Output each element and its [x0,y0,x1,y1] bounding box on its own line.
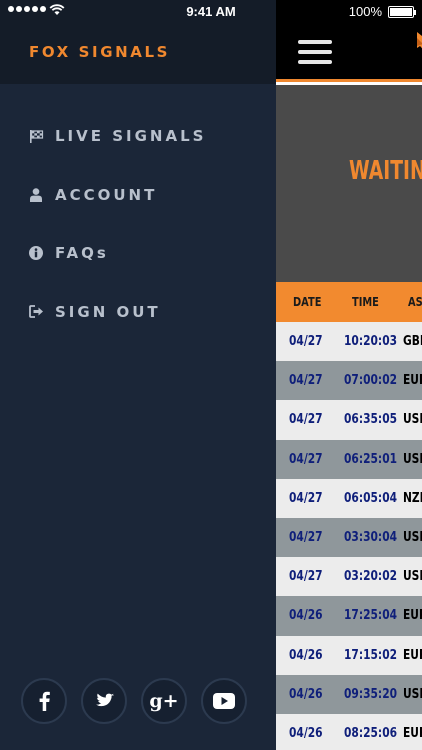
table-row[interactable]: 04/26 17:25:04 EURUSD [276,596,422,636]
cell-time: 03:30:04 [344,529,398,545]
cell-asset: EURUSD [403,725,422,741]
sidebar-drawer: FOX SIGNALS LIVE SIGNALS ACCOUNT FAQs SI… [0,0,276,750]
cell-date: 04/26 [289,725,323,741]
table-row[interactable]: 04/27 07:00:02 EURJPY [276,361,422,401]
cell-time: 08:25:06 [344,725,398,741]
table-row[interactable]: 04/26 08:25:06 EURUSD [276,713,422,750]
cell-time: 09:35:20 [344,686,398,702]
youtube-button[interactable] [201,678,247,724]
cell-asset: USDCHF [403,529,422,545]
cell-time: 07:00:02 [344,373,398,389]
sidebar-item-label: FAQs [55,244,109,263]
app-brand: FOX SIGNALS [29,43,171,61]
column-header-asset: ASSET [408,295,422,309]
cell-asset: USDJPY [403,569,422,585]
cell-date: 04/27 [289,569,323,585]
signals-table-body: 04/2710:20:03GBPAUD04/2707:00:02EURJPY04… [276,322,422,750]
sign-out-icon [28,304,44,320]
google-plus-icon: g+ [149,690,179,712]
sidebar-item-sign-out[interactable]: SIGN OUT [0,283,276,342]
hamburger-menu-button[interactable] [298,40,332,64]
cell-asset: EURUSD [403,608,422,624]
cell-time: 06:35:05 [344,412,398,428]
sidebar-item-label: ACCOUNT [55,185,158,204]
cell-asset: EURJPY [403,373,422,389]
sidebar-item-live-signals[interactable]: LIVE SIGNALS [0,107,276,166]
table-row[interactable]: 04/27 10:20:03 GBPAUD [276,322,422,362]
cell-time: 03:20:02 [344,569,398,585]
table-row[interactable]: 04/27 03:20:02 USDJPY [276,557,422,597]
info-icon [28,245,44,261]
cell-date: 04/27 [289,529,323,545]
fox-logo-icon [417,32,422,49]
cell-date: 04/27 [289,412,323,428]
sidebar-item-label: LIVE SIGNALS [55,127,207,146]
cell-time: 06:05:04 [344,490,398,506]
table-row[interactable]: 04/26 17:15:02 EURJPY [276,635,422,675]
twitter-button[interactable] [81,678,127,724]
youtube-icon [213,693,235,709]
sidebar-item-account[interactable]: ACCOUNT [0,166,276,225]
cell-time: 06:25:01 [344,451,398,467]
cell-asset: GBPAUD [403,334,422,349]
table-row[interactable]: 04/27 03:30:04 USDCHF [276,517,422,558]
cell-time: 10:20:03 [344,334,398,349]
cell-date: 04/26 [289,647,323,663]
cell-date: 04/27 [289,490,323,506]
cell-time: 17:15:02 [344,647,398,663]
signal-status-panel: WAITING [276,85,422,282]
google-plus-button[interactable]: g+ [141,678,187,724]
sidebar-item-faqs[interactable]: FAQs [0,224,276,283]
user-icon [28,187,44,203]
twitter-icon [96,693,114,706]
table-row[interactable]: 04/26 09:35:20 USDCAD [276,674,422,714]
cell-date: 04/27 [289,334,323,349]
column-header-time: TIME [352,295,379,309]
battery-percentage: 100% [348,4,382,19]
main-content: WAITING DATE TIME ASSET 04/27 10:20:03 GBP… [276,0,422,750]
cell-asset: USDCAD [403,686,422,702]
facebook-icon [39,691,50,711]
table-row[interactable]: 04/27 06:05:04 NZDUSD [276,478,422,518]
cell-date: 04/26 [289,686,323,702]
sidebar-menu: LIVE SIGNALS ACCOUNT FAQs SIGN OUT [0,107,276,341]
cell-asset: USDCAD [403,412,422,428]
table-row[interactable]: 04/27 06:35:05 USDCAD [276,400,422,440]
sidebar-item-label: SIGN OUT [55,302,161,321]
waiting-status-text: WAITING [349,156,422,186]
table-row[interactable]: 04/27 06:25:01 USDJPY [276,439,422,479]
flag-icon [28,128,44,144]
battery-icon [388,6,416,18]
cell-time: 17:25:04 [344,608,398,624]
facebook-button[interactable] [21,678,67,724]
cell-date: 04/26 [289,608,323,624]
cell-asset: EURJPY [403,647,422,663]
cell-date: 04/27 [289,373,323,389]
cell-date: 04/27 [289,451,323,467]
column-header-date: DATE [293,295,322,309]
cell-asset: NZDUSD [403,490,422,506]
status-bar: 9:41 AM 100% [0,0,422,24]
social-links: g+ [21,678,247,724]
signals-table-header: DATE TIME ASSET [276,282,422,322]
cell-asset: USDJPY [403,451,422,467]
